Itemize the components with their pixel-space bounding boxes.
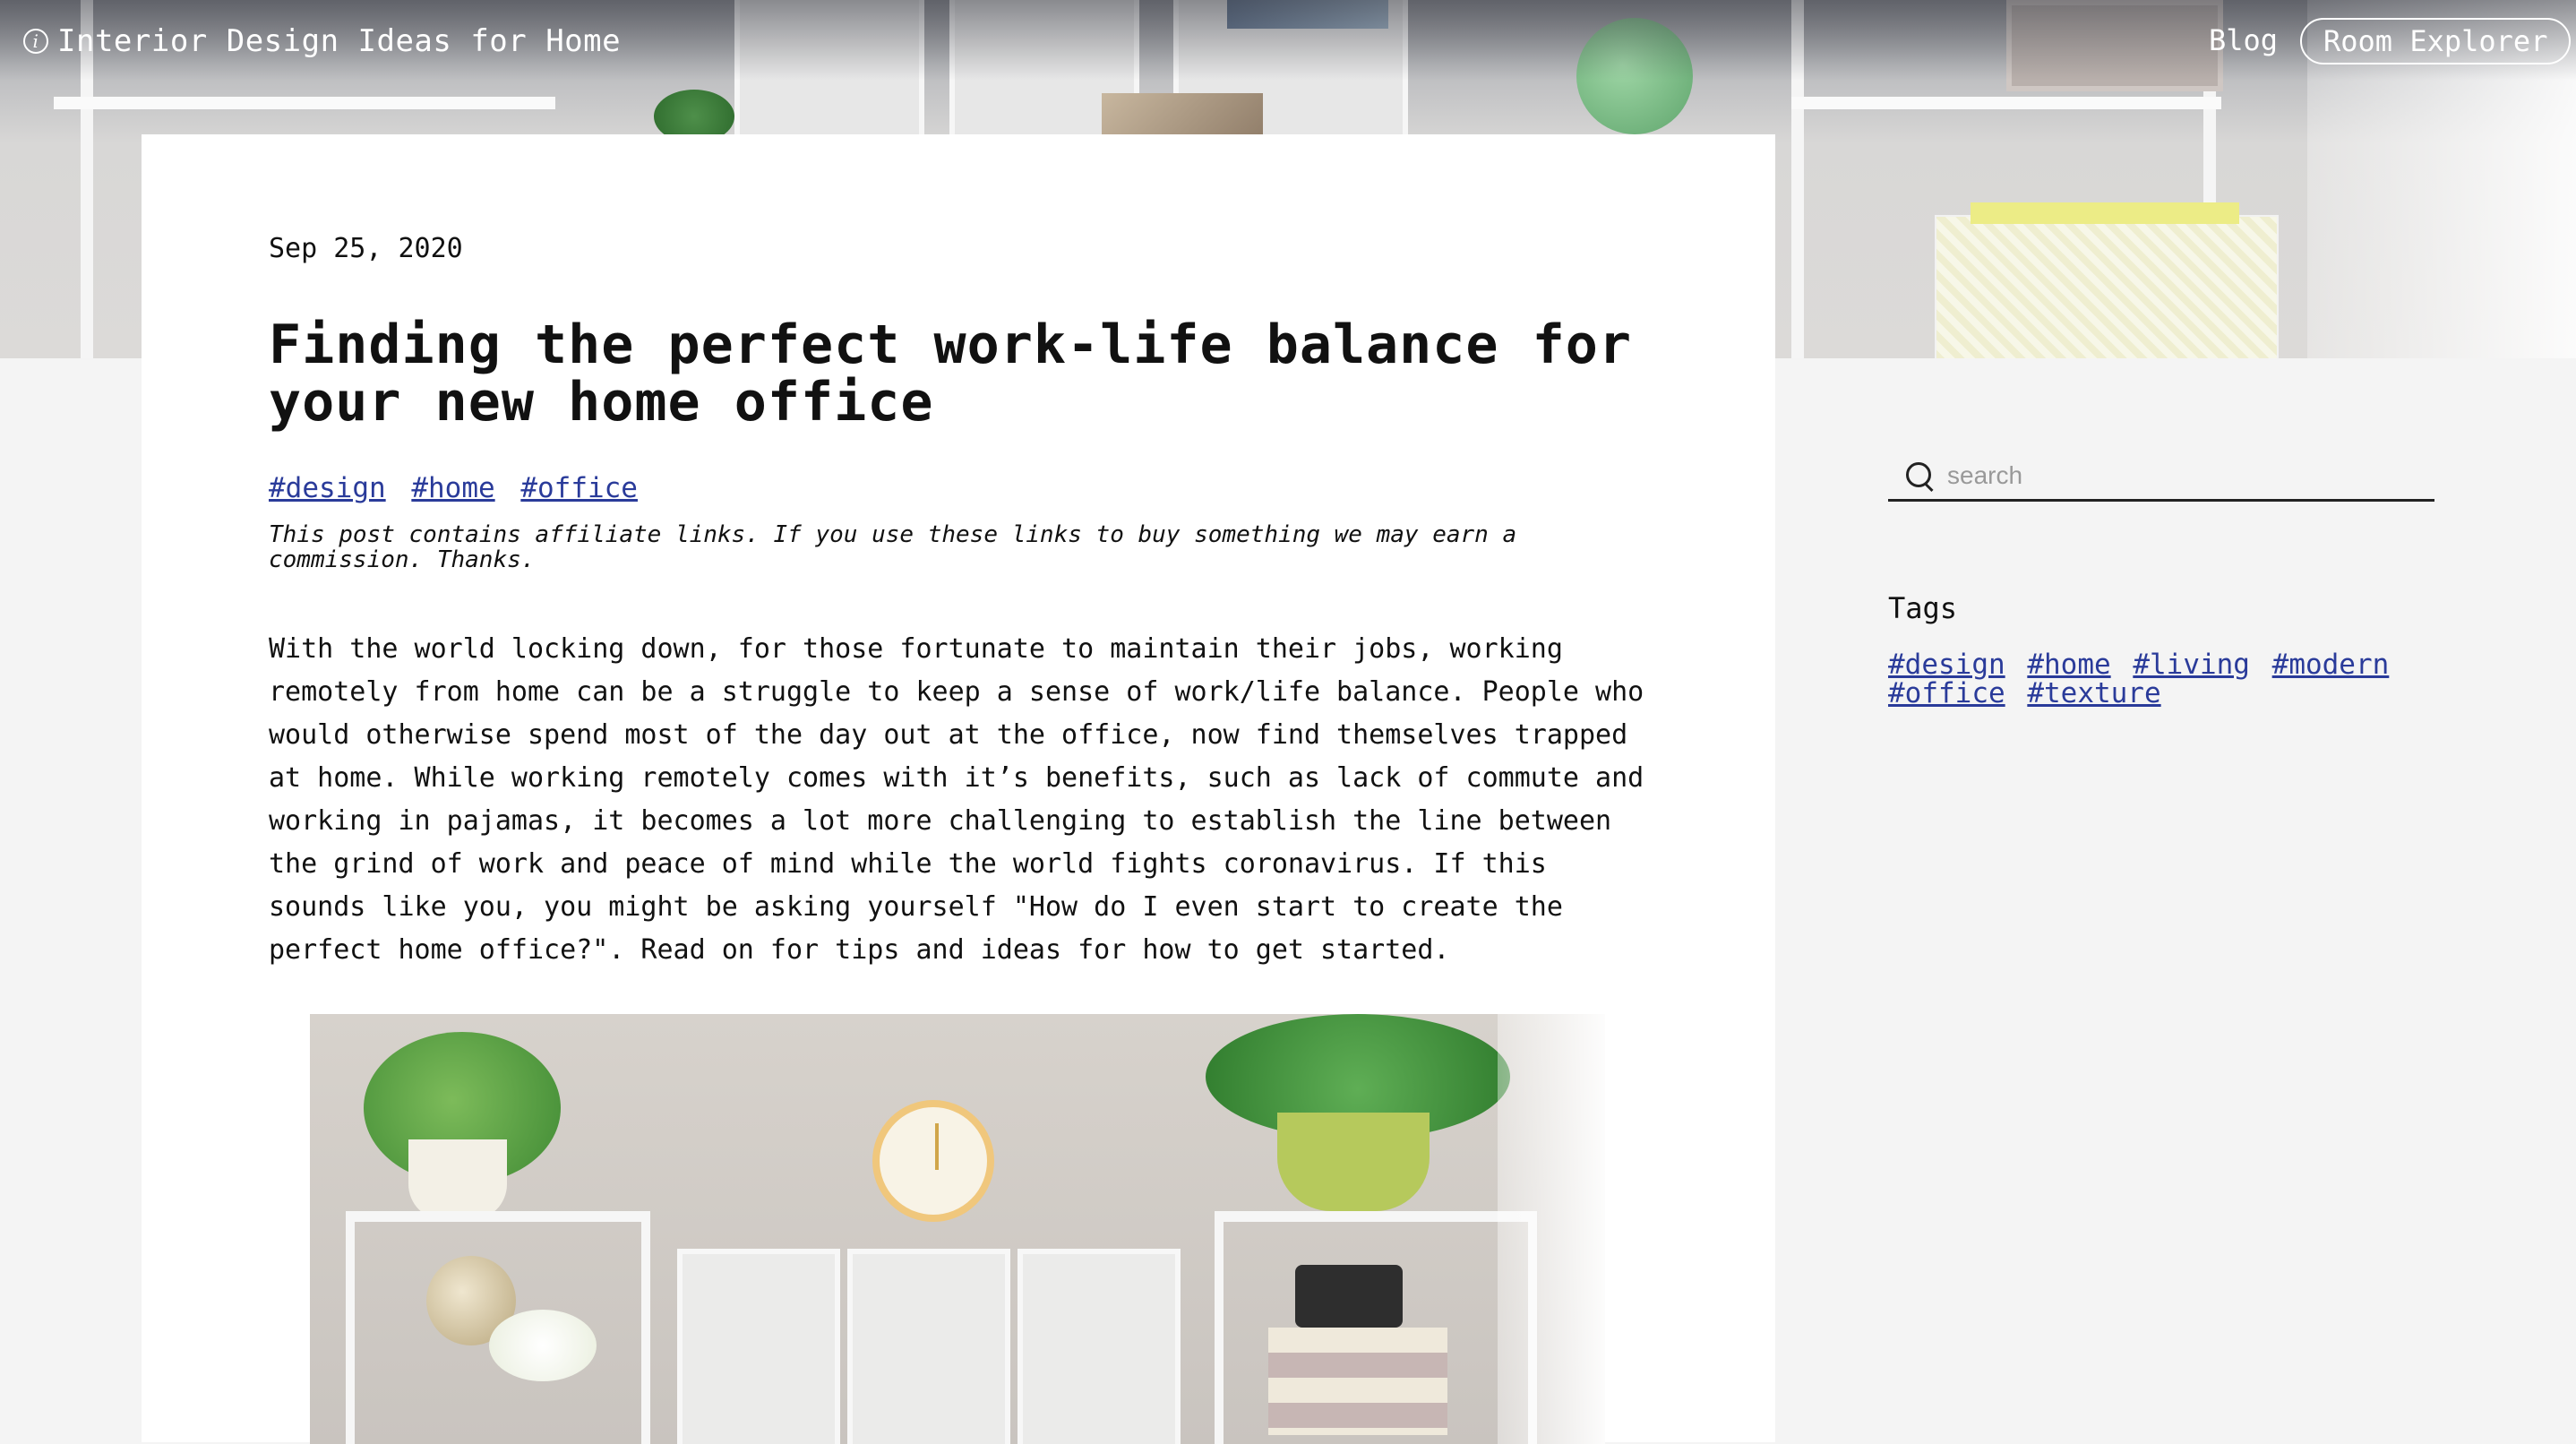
site-title-link[interactable]: i Interior Design Ideas for Home <box>23 23 621 59</box>
room-explorer-button[interactable]: Room Explorer <box>2300 18 2572 64</box>
tag-link-home[interactable]: #home <box>411 472 494 504</box>
info-icon: i <box>23 29 48 54</box>
sidebar-tag-texture[interactable]: #texture <box>2027 677 2160 709</box>
tags-heading: Tags <box>1888 591 1958 625</box>
sidebar-tag-design[interactable]: #design <box>1888 649 2005 681</box>
article-card: Sep 25, 2020 Finding the perfect work-li… <box>142 134 1775 1444</box>
sidebar-tag-home[interactable]: #home <box>2027 649 2110 681</box>
search-input[interactable] <box>1945 460 2397 491</box>
tag-link-design[interactable]: #design <box>269 472 386 504</box>
top-nav: i Interior Design Ideas for Home Blog Ro… <box>0 0 2576 82</box>
sidebar-tag-living[interactable]: #living <box>2133 649 2250 681</box>
post-body-paragraph: With the world locking down, for those f… <box>269 633 1644 966</box>
post-tags: #design #home #office <box>269 472 1648 504</box>
article-content: Sep 25, 2020 Finding the perfect work-li… <box>269 233 1648 972</box>
post-title: Finding the perfect work-life balance fo… <box>269 314 1633 434</box>
tag-link-office[interactable]: #office <box>520 472 638 504</box>
nav-blog-link[interactable]: Blog <box>2209 23 2278 57</box>
affiliate-disclaimer: This post contains affiliate links. If y… <box>269 521 1517 573</box>
sidebar-tag-office[interactable]: #office <box>1888 677 2005 709</box>
sidebar: Tags #design #home #living #modern #offi… <box>1888 451 2434 708</box>
room-explorer-label: Room Explorer <box>2323 24 2548 58</box>
search-icon[interactable] <box>1904 460 1935 491</box>
sidebar-tag-list: #design #home #living #modern #office #t… <box>1888 650 2434 708</box>
home-office-image <box>310 1014 1605 1444</box>
post-date: Sep 25, 2020 <box>269 233 463 264</box>
site-title-text: Interior Design Ideas for Home <box>57 23 622 59</box>
search-box <box>1888 451 2434 502</box>
sidebar-tag-modern[interactable]: #modern <box>2272 649 2390 681</box>
